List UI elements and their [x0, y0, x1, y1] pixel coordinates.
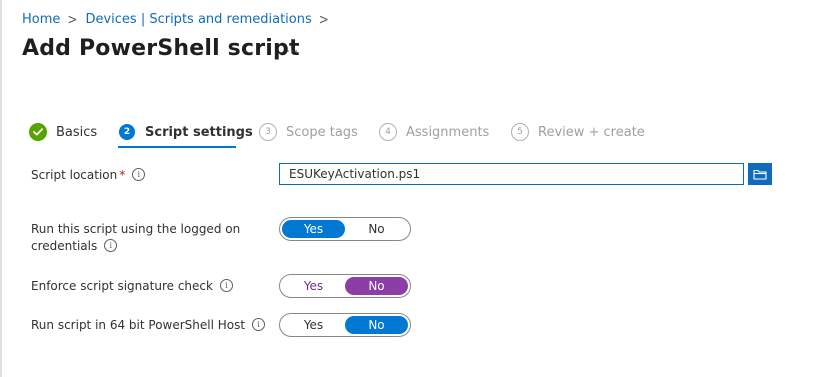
run-64bit-yes-option[interactable]: Yes [282, 316, 345, 334]
tab-scope-tags[interactable]: 3 Scope tags [259, 118, 358, 146]
tab-review-create[interactable]: 5 Review + create [511, 118, 645, 146]
tab-script-settings[interactable]: 2 Script settings [119, 118, 253, 146]
info-icon[interactable]: i [219, 279, 233, 292]
tab-assignments[interactable]: 4 Assignments [379, 118, 489, 146]
tab-basics-label: Basics [56, 124, 98, 140]
run-64bit-no-option[interactable]: No [345, 316, 408, 334]
tab-scope-tags-label: Scope tags [286, 124, 358, 140]
checkmark-icon [29, 123, 47, 141]
run-64bit-toggle: Yes No [279, 313, 411, 337]
signature-check-no-option[interactable]: No [345, 277, 408, 295]
run-logged-on-no-option[interactable]: No [345, 220, 408, 238]
script-location-input[interactable] [279, 163, 744, 185]
folder-icon [753, 169, 767, 180]
signature-check-label: Enforce script signature check i [31, 278, 233, 295]
script-location-label: Script location * i [31, 167, 146, 184]
step-number-3: 3 [259, 123, 277, 141]
browse-file-button[interactable] [748, 163, 772, 185]
chevron-right-icon: > [67, 10, 78, 28]
step-number-2: 2 [119, 124, 135, 140]
page-title: Add PowerShell script [22, 36, 300, 61]
info-icon[interactable]: i [252, 318, 266, 331]
step-number-5: 5 [511, 123, 529, 141]
run-logged-on-toggle: Yes No [279, 217, 411, 241]
run-64bit-label: Run script in 64 bit PowerShell Host i [31, 317, 266, 334]
run-logged-on-label: Run this script using the logged on cred… [31, 222, 241, 253]
info-icon[interactable]: i [104, 239, 118, 252]
tab-review-create-label: Review + create [538, 124, 645, 140]
breadcrumb-parent-link[interactable]: Devices | Scripts and remediations [85, 12, 311, 27]
signature-check-yes-option[interactable]: Yes [282, 277, 345, 295]
tab-assignments-label: Assignments [406, 124, 490, 140]
tab-basics[interactable]: Basics [29, 118, 97, 146]
left-border [0, 0, 2, 377]
signature-check-toggle: Yes No [279, 274, 411, 298]
breadcrumb-home-link[interactable]: Home [22, 12, 60, 27]
step-number-4: 4 [379, 123, 397, 141]
info-icon[interactable]: i [132, 168, 146, 181]
tab-script-settings-label: Script settings [145, 124, 253, 140]
active-tab-underline [118, 146, 236, 148]
required-indicator: * [119, 168, 126, 182]
chevron-right-icon: > [318, 10, 329, 28]
run-logged-on-yes-option[interactable]: Yes [282, 220, 345, 238]
more-options-button[interactable]: ... [281, 42, 303, 60]
breadcrumb: Home > Devices | Scripts and remediation… [22, 10, 337, 28]
